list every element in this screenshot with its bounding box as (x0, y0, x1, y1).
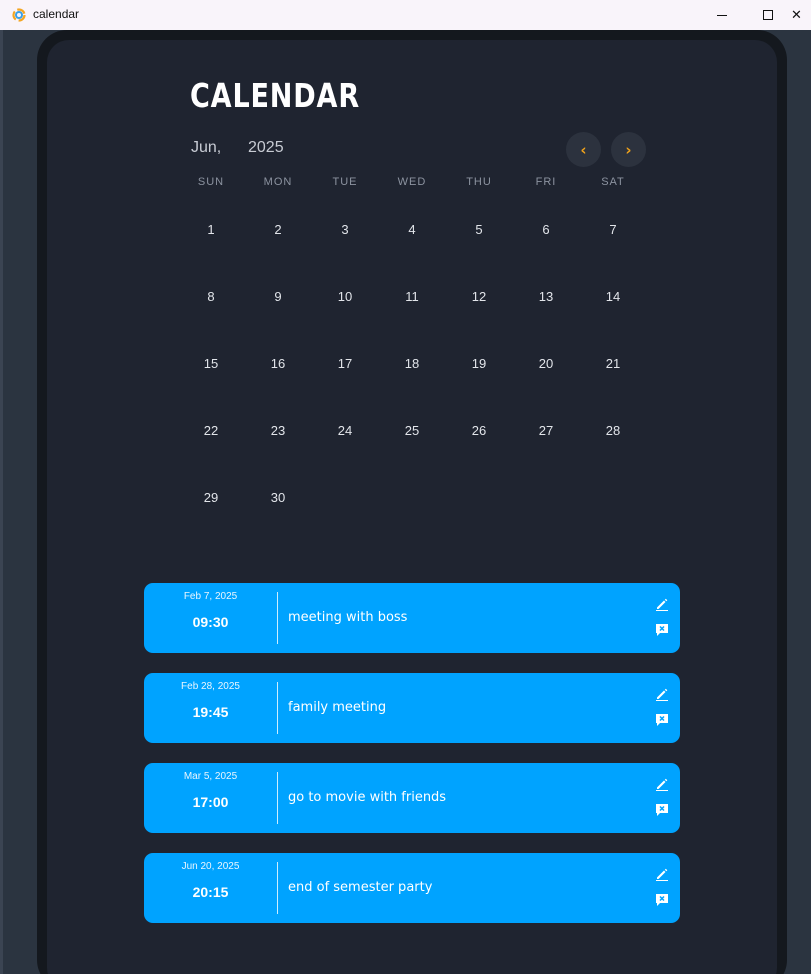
delete-message-icon[interactable] (655, 623, 669, 637)
event-time: 20:15 (192, 884, 229, 900)
event-text: meeting with boss (288, 610, 408, 625)
window-titlebar: calendar ✕ (0, 0, 811, 30)
day-cell[interactable]: 6 (526, 218, 566, 242)
weekday-mon: MON (263, 176, 293, 188)
prev-month-button[interactable]: ‹ (566, 132, 601, 167)
event-date: Mar 5, 2025 (183, 771, 238, 782)
event-text: family meeting (288, 700, 387, 715)
delete-message-icon[interactable] (655, 713, 669, 727)
day-cell[interactable]: 8 (191, 285, 231, 309)
event-time: 19:45 (192, 704, 229, 720)
event-text: end of semester party (288, 880, 433, 895)
weekday-tue: TUE (332, 176, 358, 188)
day-cell[interactable]: 17 (325, 352, 365, 376)
event-divider (277, 592, 278, 644)
year-label: 2025 (248, 139, 284, 156)
weekday-thu: THU (466, 176, 492, 188)
month-label: Jun, (191, 139, 222, 156)
weekday-sun: SUN (197, 176, 225, 188)
window-title: calendar (33, 7, 80, 21)
day-cell[interactable]: 11 (392, 285, 432, 309)
day-cell[interactable]: 30 (258, 486, 298, 510)
day-cell[interactable]: 26 (459, 419, 499, 443)
day-cell[interactable]: 10 (325, 285, 365, 309)
day-cell[interactable]: 7 (593, 218, 633, 242)
event-date: Jun 20, 2025 (181, 861, 240, 872)
pencil-icon[interactable] (655, 867, 669, 881)
day-cell[interactable]: 25 (392, 419, 432, 443)
event-card[interactable]: Mar 5, 2025 17:00 go to movie with frien… (144, 763, 680, 833)
day-cell[interactable]: 27 (526, 419, 566, 443)
background-strip (0, 30, 3, 974)
day-cell[interactable]: 2 (258, 218, 298, 242)
event-time: 17:00 (192, 794, 229, 810)
pencil-icon[interactable] (655, 777, 669, 791)
day-cell[interactable]: 20 (526, 352, 566, 376)
day-cell[interactable]: 3 (325, 218, 365, 242)
day-cell[interactable]: 24 (325, 419, 365, 443)
day-cell[interactable]: 22 (191, 419, 231, 443)
event-divider (277, 772, 278, 824)
event-card[interactable]: Jun 20, 2025 20:15 end of semester party (144, 853, 680, 923)
event-divider (277, 682, 278, 734)
day-cell[interactable]: 13 (526, 285, 566, 309)
day-cell[interactable]: 23 (258, 419, 298, 443)
event-text: go to movie with friends (288, 790, 447, 805)
delete-message-icon[interactable] (655, 803, 669, 817)
event-date: Feb 28, 2025 (181, 681, 240, 692)
event-divider (277, 862, 278, 914)
minimize-button[interactable] (699, 0, 745, 30)
pencil-icon[interactable] (655, 597, 669, 611)
event-time: 09:30 (192, 614, 229, 630)
day-cell[interactable]: 1 (191, 218, 231, 242)
close-icon: ✕ (791, 7, 802, 23)
weekday-wed: WED (397, 176, 427, 188)
day-cell[interactable]: 19 (459, 352, 499, 376)
event-date: Feb 7, 2025 (183, 591, 238, 602)
day-cell[interactable]: 4 (392, 218, 432, 242)
day-cell[interactable]: 18 (392, 352, 432, 376)
close-button[interactable]: ✕ (791, 0, 811, 30)
pencil-icon[interactable] (655, 687, 669, 701)
weekday-fri: FRI (535, 176, 557, 188)
day-cell[interactable]: 16 (258, 352, 298, 376)
event-card[interactable]: Feb 7, 2025 09:30 meeting with boss (144, 583, 680, 653)
event-card[interactable]: Feb 28, 2025 19:45 family meeting (144, 673, 680, 743)
maximize-icon (763, 10, 773, 20)
day-cell[interactable]: 15 (191, 352, 231, 376)
chevron-right-icon: › (625, 140, 632, 159)
day-cell[interactable]: 21 (593, 352, 633, 376)
day-cell[interactable]: 28 (593, 419, 633, 443)
day-cell[interactable]: 9 (258, 285, 298, 309)
weekday-sat: SAT (601, 176, 625, 188)
day-cell[interactable]: 5 (459, 218, 499, 242)
day-cell[interactable]: 29 (191, 486, 231, 510)
delete-message-icon[interactable] (655, 893, 669, 907)
calendar-title: CALENDAR (190, 76, 360, 115)
maximize-button[interactable] (745, 0, 791, 30)
chevron-left-icon: ‹ (580, 140, 587, 159)
next-month-button[interactable]: › (611, 132, 646, 167)
day-cell[interactable]: 14 (593, 285, 633, 309)
minimize-icon (717, 14, 727, 16)
app-logo-icon (12, 8, 26, 22)
day-cell[interactable]: 12 (459, 285, 499, 309)
